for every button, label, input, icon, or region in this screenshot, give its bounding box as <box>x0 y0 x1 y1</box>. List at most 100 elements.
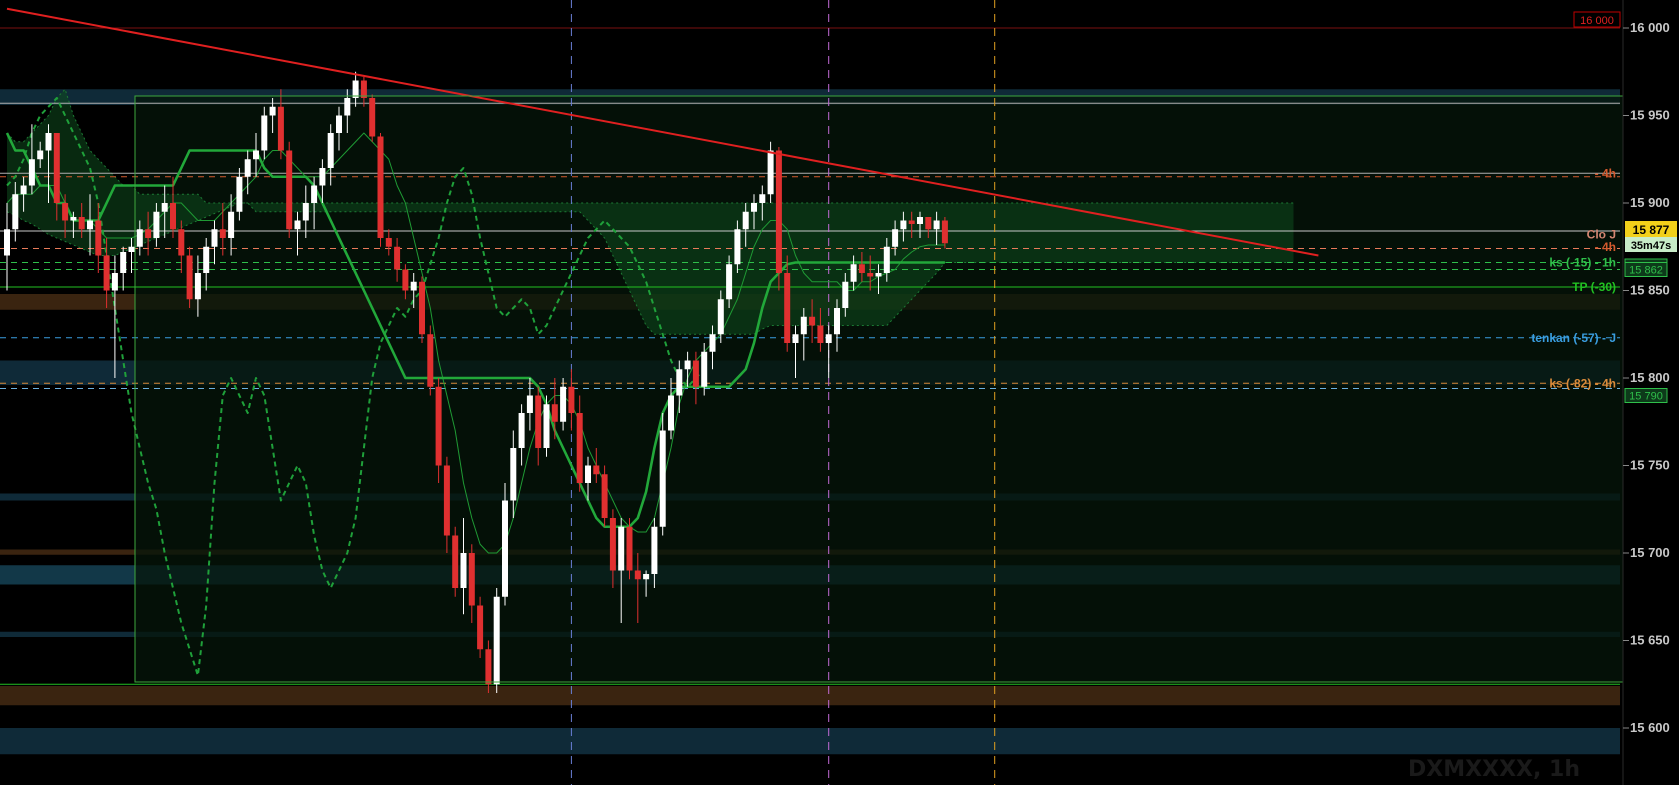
candle-body-112 <box>933 220 940 230</box>
candle-body-69 <box>576 413 583 483</box>
axis-tick-label-1: 15 950 <box>1630 108 1670 123</box>
candle-body-94 <box>784 273 791 343</box>
candle-body-97 <box>809 316 816 326</box>
candle-body-65 <box>543 404 550 448</box>
candle-body-68 <box>568 386 575 413</box>
watermark-label: DXMXXXX, 1h <box>1408 757 1580 782</box>
candle-body-19 <box>161 203 168 212</box>
candle-body-15 <box>128 246 135 252</box>
candle-body-11 <box>95 220 102 256</box>
candle-body-9 <box>78 217 85 230</box>
candle-body-89 <box>742 211 749 230</box>
candle-body-0 <box>4 229 10 256</box>
candle-body-48 <box>402 269 409 291</box>
candle-body-55 <box>460 553 467 588</box>
candle-body-26 <box>219 229 226 238</box>
candle-body-53 <box>443 465 450 536</box>
candle-body-22 <box>186 255 193 300</box>
candle-body-61 <box>510 448 517 501</box>
candle-body-8 <box>70 217 77 221</box>
zone-band-8 <box>0 728 1620 755</box>
candle-body-6 <box>53 133 60 203</box>
candle-body-85 <box>709 334 716 352</box>
candle-body-41 <box>344 98 351 116</box>
candle-body-111 <box>925 217 932 230</box>
candle-body-38 <box>319 168 326 186</box>
candle-body-103 <box>858 264 865 273</box>
candle-body-88 <box>734 229 741 265</box>
candle-body-3 <box>28 159 35 186</box>
axis-badge-1: 15 862 <box>1629 265 1663 277</box>
current-price: 15 877 <box>1633 223 1670 237</box>
candle-body-100 <box>834 308 840 335</box>
candle-body-34 <box>286 150 293 230</box>
candle-body-25 <box>211 229 218 247</box>
candle-body-108 <box>900 220 907 230</box>
axis-tick-label-7: 15 650 <box>1630 633 1670 648</box>
candle-body-107 <box>892 229 899 247</box>
bar-countdown: 35m47s <box>1631 240 1671 252</box>
candle-body-12 <box>103 255 110 291</box>
candle-body-79 <box>659 430 666 527</box>
candle-body-109 <box>908 220 915 224</box>
candle-body-37 <box>311 185 318 203</box>
candle-body-93 <box>775 150 782 273</box>
candle-body-67 <box>560 386 567 422</box>
level-label-3: ks (-15) - 1h <box>1549 256 1616 270</box>
candle-body-52 <box>435 386 442 466</box>
candle-body-102 <box>850 264 857 282</box>
price-chart[interactable]: DXMXXXX, 1h - 4hClo J- 4hks (-15) - 1hTP… <box>0 0 1679 785</box>
candle-body-92 <box>767 150 774 195</box>
candle-body-60 <box>502 500 508 597</box>
candle-body-75 <box>626 526 633 571</box>
candle-body-30 <box>253 150 259 160</box>
zone-band-7 <box>0 686 1620 706</box>
candle-body-40 <box>336 115 342 133</box>
candle-body-45 <box>377 136 384 238</box>
top-price-flag: 16 000 <box>1580 15 1614 27</box>
axis-tick-label-4: 15 800 <box>1630 370 1670 385</box>
candle-body-87 <box>726 264 733 300</box>
candle-body-35 <box>294 220 301 230</box>
candle-body-16 <box>136 229 143 247</box>
axis-badge-2: 15 790 <box>1629 391 1663 403</box>
candle-body-81 <box>676 369 683 396</box>
candle-body-17 <box>145 229 152 238</box>
candle-body-44 <box>369 98 376 137</box>
candle-body-7 <box>62 203 69 221</box>
candle-body-33 <box>277 106 284 151</box>
candle-body-98 <box>817 325 824 343</box>
level-label-4: TP (-30) <box>1572 280 1616 294</box>
candle-body-47 <box>394 246 401 270</box>
candle-body-18 <box>153 211 160 238</box>
candle-body-49 <box>410 281 417 291</box>
candle-body-110 <box>917 217 923 224</box>
candle-body-95 <box>792 334 799 343</box>
level-label-0: - 4h <box>1595 166 1616 180</box>
axis-tick-label-5: 15 750 <box>1630 458 1670 473</box>
level-label-2: - 4h <box>1595 240 1616 254</box>
candle-body-113 <box>941 220 948 244</box>
candle-body-91 <box>759 194 766 203</box>
candle-body-1 <box>12 194 19 230</box>
candle-body-46 <box>385 238 392 247</box>
candle-body-39 <box>327 133 334 168</box>
candle-body-105 <box>875 273 882 277</box>
candle-body-83 <box>692 360 699 387</box>
candle-body-63 <box>526 395 533 413</box>
candle-body-96 <box>800 316 807 335</box>
candle-body-50 <box>419 281 425 335</box>
axis-tick-label-6: 15 700 <box>1630 545 1670 560</box>
axis-tick-label-3: 15 850 <box>1630 283 1670 298</box>
candle-body-78 <box>651 526 658 574</box>
candle-body-74 <box>618 526 625 571</box>
candle-body-73 <box>609 518 616 571</box>
candle-body-84 <box>701 351 708 387</box>
candle-body-29 <box>244 159 251 177</box>
candle-body-21 <box>178 229 185 256</box>
candle-body-80 <box>668 395 674 431</box>
candle-body-43 <box>360 80 367 98</box>
candle-body-56 <box>468 553 475 606</box>
candle-body-32 <box>269 106 276 116</box>
candle-body-14 <box>120 252 127 273</box>
